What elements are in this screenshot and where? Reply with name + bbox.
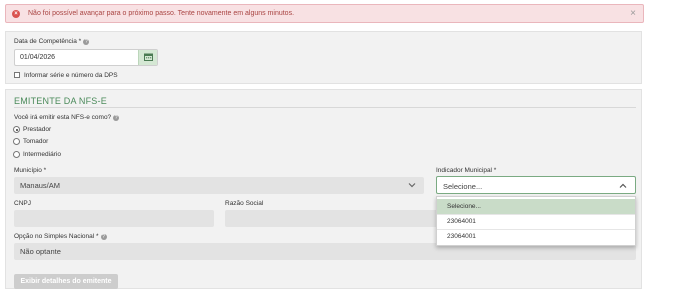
exibir-detalhes-button[interactable]: Exibir detalhes do emitente bbox=[14, 274, 118, 289]
simples-label: Opção no Simples Nacional *? bbox=[14, 233, 107, 240]
info-icon[interactable]: ? bbox=[83, 39, 90, 45]
simples-value: Não optante bbox=[20, 247, 61, 256]
exibir-detalhes-label: Exibir detalhes do emitente bbox=[20, 278, 112, 285]
chevron-down-icon bbox=[408, 183, 416, 188]
municipio-select[interactable]: Manaus/AM bbox=[14, 177, 424, 194]
dropdown-option[interactable]: 23064001 bbox=[437, 214, 635, 229]
indicador-dropdown: Selecione... 23064001 23064001 bbox=[436, 196, 636, 246]
municipio-value: Manaus/AM bbox=[20, 181, 61, 190]
indicador-label: Indicador Municipal * bbox=[436, 167, 497, 174]
radio-tomador-label: Tomador bbox=[23, 138, 49, 145]
razao-input[interactable] bbox=[225, 210, 440, 227]
serie-numero-checkbox[interactable] bbox=[14, 72, 20, 78]
radio-intermediario[interactable] bbox=[13, 151, 20, 158]
calendar-button[interactable] bbox=[138, 50, 157, 65]
indicador-select[interactable]: Selecione... bbox=[436, 176, 636, 194]
close-icon[interactable]: × bbox=[630, 8, 636, 20]
error-icon: × bbox=[12, 10, 20, 18]
dropdown-option[interactable]: 23064001 bbox=[437, 229, 635, 244]
alert-message: Não foi possível avançar para o próximo … bbox=[28, 10, 295, 17]
info-icon[interactable]: ? bbox=[100, 234, 107, 240]
razao-label: Razão Social bbox=[225, 200, 264, 207]
radio-prestador[interactable] bbox=[13, 126, 20, 133]
indicador-value: Selecione... bbox=[443, 182, 483, 191]
radio-tomador[interactable] bbox=[13, 138, 20, 145]
competencia-label: Data de Competência *? bbox=[14, 38, 90, 45]
info-icon[interactable]: ? bbox=[113, 115, 120, 121]
serie-numero-label: Informar série e número da DPS bbox=[24, 72, 118, 79]
emitente-question: Você irá emitir esta NFS-e como?? bbox=[14, 114, 120, 121]
cnpj-label: CNPJ bbox=[14, 200, 31, 207]
dropdown-option[interactable]: Selecione... bbox=[437, 199, 635, 214]
competencia-date-input[interactable]: 01/04/2026 bbox=[14, 49, 158, 66]
calendar-icon bbox=[144, 53, 153, 61]
cnpj-input[interactable] bbox=[14, 210, 214, 227]
section-title: EMITENTE DA NFS-E bbox=[14, 96, 107, 106]
radio-intermediario-label: Intermediário bbox=[23, 151, 61, 158]
radio-prestador-label: Prestador bbox=[23, 126, 52, 133]
section-divider bbox=[14, 107, 636, 108]
municipio-label: Município * bbox=[14, 167, 47, 174]
competencia-date-value[interactable]: 01/04/2026 bbox=[20, 54, 55, 61]
error-alert: × Não foi possível avançar para o próxim… bbox=[5, 4, 644, 23]
chevron-up-icon bbox=[619, 183, 627, 188]
